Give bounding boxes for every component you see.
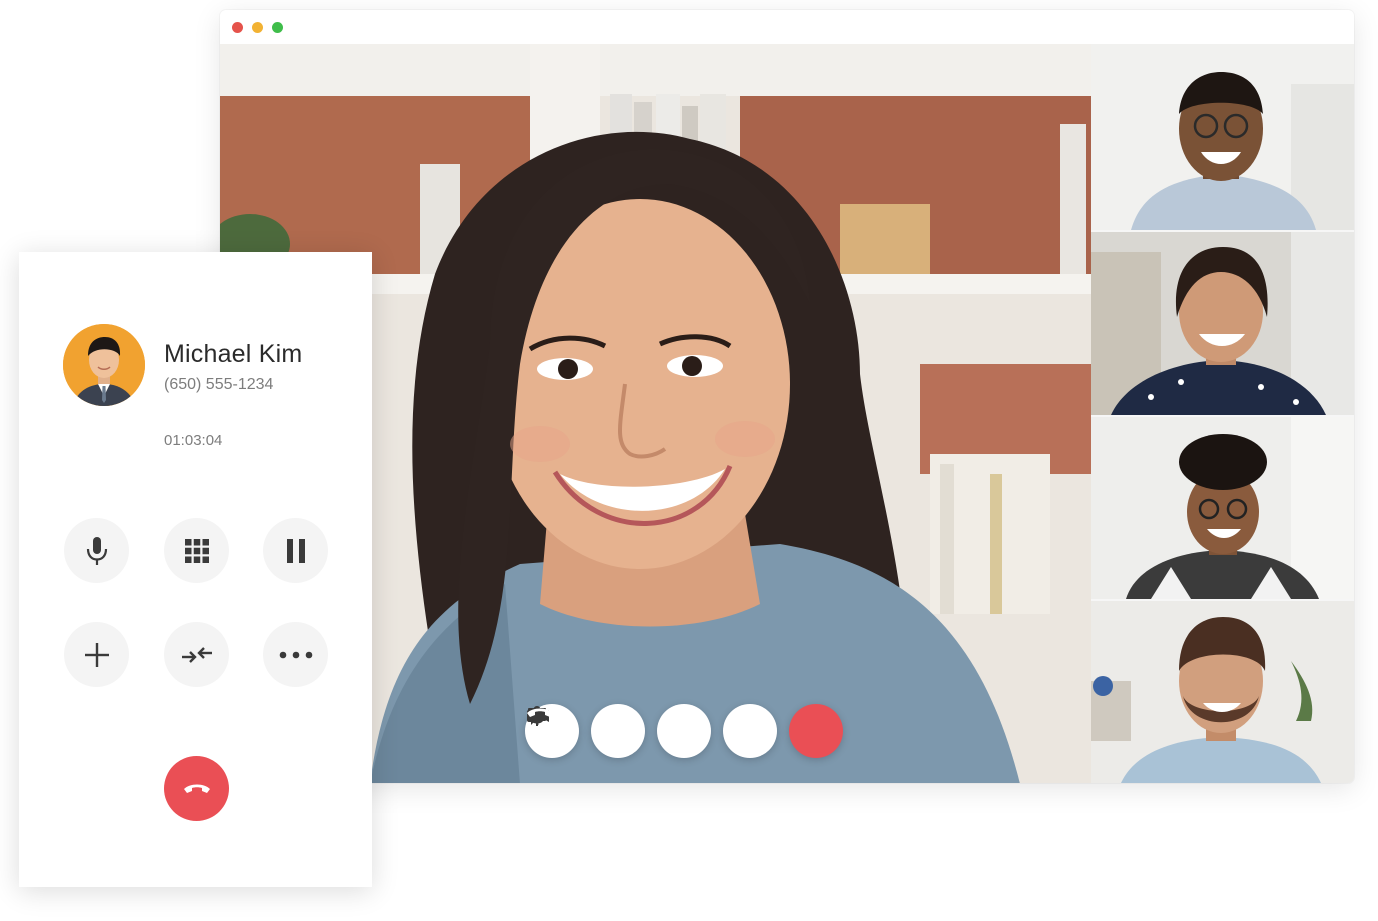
window-maximize-button[interactable] (272, 22, 283, 33)
video-chat-button[interactable] (528, 704, 777, 758)
participant-man-beard (1091, 601, 1354, 783)
participant-woman-polka-dot (1091, 232, 1354, 415)
video-camera-button[interactable] (527, 704, 645, 758)
participant-tile[interactable] (1091, 232, 1354, 415)
window-minimize-button[interactable] (252, 22, 263, 33)
keypad-button[interactable] (164, 518, 229, 583)
microphone-icon (86, 536, 107, 565)
phone-hangup-icon (183, 784, 210, 793)
window-titlebar (220, 10, 1354, 44)
video-hangup-button[interactable] (527, 704, 843, 758)
avatar (63, 324, 145, 406)
video-call-window (220, 10, 1354, 783)
window-close-button[interactable] (232, 22, 243, 33)
participant-tile[interactable] (1091, 601, 1354, 783)
participant-man-glasses (1091, 44, 1354, 230)
caller-avatar-image (63, 324, 145, 406)
video-call-controls (525, 704, 843, 760)
more-button[interactable] (263, 622, 328, 687)
caller-name: Michael Kim (164, 340, 303, 368)
mute-button[interactable] (64, 518, 129, 583)
more-dots-icon (279, 651, 312, 658)
keypad-icon (184, 538, 209, 563)
call-duration: 01:03:04 (164, 432, 223, 449)
participant-tiles (1091, 44, 1354, 783)
transfer-button[interactable] (164, 622, 229, 687)
hold-button[interactable] (263, 518, 328, 583)
add-call-button[interactable] (64, 622, 129, 687)
participant-woman-curly-hair (1091, 417, 1354, 599)
end-call-button[interactable] (164, 756, 229, 821)
phone-call-panel: Michael Kim (650) 555-1234 01:03:04 (19, 252, 372, 887)
participant-tile[interactable] (1091, 417, 1354, 599)
caller-number: (650) 555-1234 (164, 376, 274, 393)
phone-hangup-icon (527, 708, 553, 717)
pause-icon (286, 538, 305, 563)
transfer-arrows-icon (181, 646, 212, 663)
participant-tile[interactable] (1091, 44, 1354, 230)
plus-icon (84, 642, 109, 667)
video-add-button[interactable] (528, 704, 711, 758)
